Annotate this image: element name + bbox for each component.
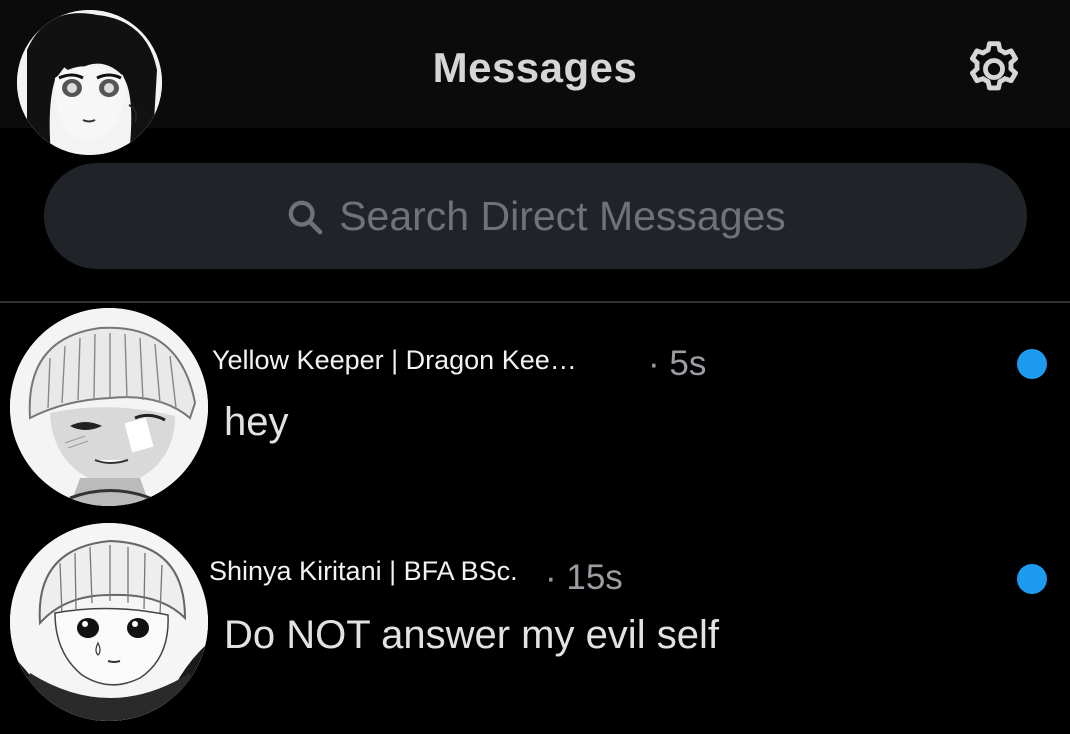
profile-avatar-icon: [17, 10, 162, 155]
conversation-preview: Do NOT answer my evil self: [224, 613, 719, 657]
settings-button[interactable]: [962, 37, 1026, 101]
search-placeholder: Search Direct Messages: [339, 192, 786, 239]
conversation-time: · 5s: [648, 344, 707, 383]
conversation-preview: hey: [224, 400, 289, 444]
avatar[interactable]: [10, 523, 208, 721]
conversation-name: Yellow Keeper | Dragon Kee…: [212, 345, 577, 375]
profile-avatar[interactable]: [17, 10, 162, 155]
manga-boy-portrait-icon: [10, 308, 208, 506]
conversation-time: · 15s: [545, 558, 623, 597]
search-input[interactable]: Search Direct Messages: [44, 163, 1027, 269]
unread-indicator: [1017, 349, 1047, 379]
search-icon: [288, 200, 323, 235]
gear-icon: [970, 41, 1018, 91]
conversation-name: Shinya Kiritani | BFA BSc.: [209, 556, 518, 586]
manga-boy-portrait-icon: [10, 523, 208, 721]
avatar[interactable]: [10, 308, 208, 506]
unread-indicator: [1017, 564, 1047, 594]
divider: [0, 301, 1070, 303]
